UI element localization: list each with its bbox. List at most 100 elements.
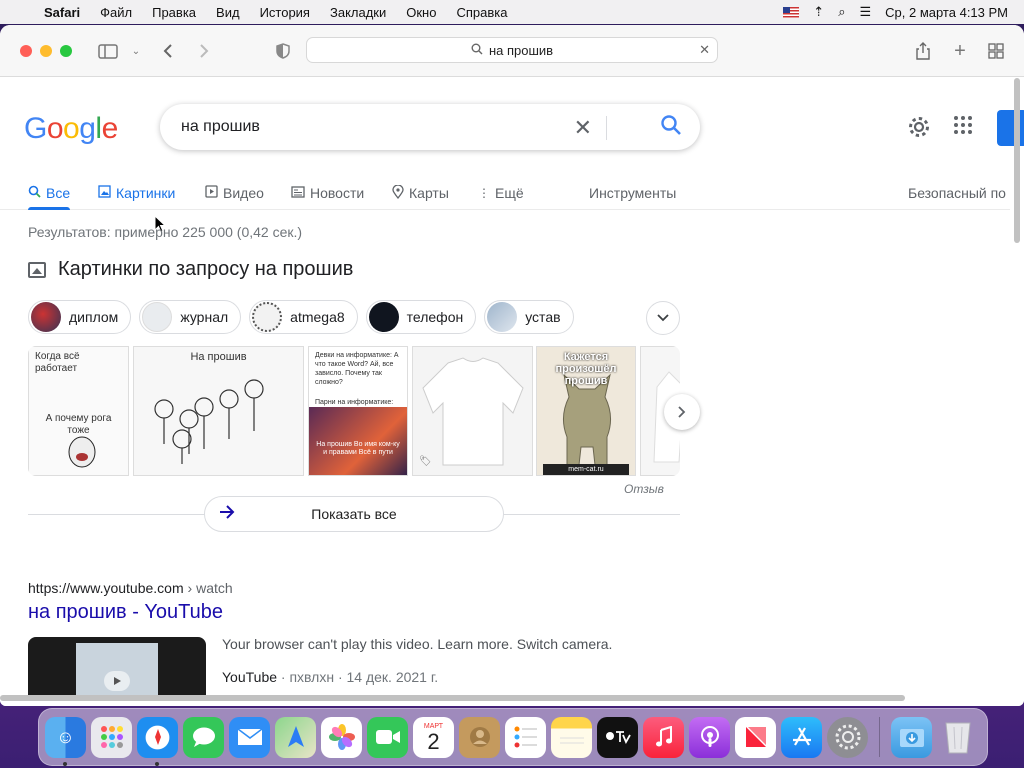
appstore-icon[interactable]: [781, 716, 822, 758]
new-tab-icon[interactable]: +: [948, 39, 972, 63]
address-bar[interactable]: на прошив ✕: [306, 37, 718, 63]
share-icon[interactable]: [911, 39, 935, 63]
spotlight-search-icon[interactable]: ⌕: [838, 4, 845, 20]
result-title-link[interactable]: на прошив - YouTube: [28, 601, 223, 624]
image-result[interactable]: На прошив: [133, 346, 304, 476]
tab-video[interactable]: Видео: [205, 180, 264, 206]
chip-label: диплом: [69, 309, 119, 325]
map-pin-icon: [392, 183, 404, 202]
scroll-thumb[interactable]: [1014, 78, 1020, 243]
menu-history[interactable]: История: [250, 5, 320, 20]
image-result[interactable]: Девки на информатике: А что такое Word? …: [308, 346, 408, 476]
mail-icon[interactable]: [229, 716, 270, 758]
image-result[interactable]: 🏷: [412, 346, 533, 476]
images-next-chevron-icon[interactable]: [664, 394, 700, 430]
calendar-icon[interactable]: МАРТ 2: [413, 716, 454, 758]
finder-icon[interactable]: ☺: [45, 716, 86, 766]
privacy-shield-icon[interactable]: [271, 39, 295, 63]
image-caption: Когда всё работает: [35, 351, 80, 374]
image-icon: [28, 261, 46, 278]
result-url[interactable]: https://www.youtube.com › watch: [28, 580, 233, 596]
control-center-icon[interactable]: ☰: [859, 4, 871, 20]
tab-all[interactable]: Все: [28, 180, 71, 210]
news-icon[interactable]: [735, 716, 776, 758]
facetime-icon[interactable]: [367, 716, 408, 758]
tab-news[interactable]: Новости: [291, 180, 364, 206]
menu-help[interactable]: Справка: [446, 5, 517, 20]
google-search-input[interactable]: на прошив ✕: [160, 104, 700, 150]
chip-atmega8[interactable]: atmega8: [249, 300, 358, 334]
menu-app-name[interactable]: Safari: [40, 5, 90, 20]
chip-diploma[interactable]: диплом: [28, 300, 132, 334]
zoom-window-button[interactable]: [60, 45, 72, 57]
menubar-clock[interactable]: Сp, 2 марта 4:13 PM: [885, 5, 1008, 20]
chip-label: журнал: [180, 309, 229, 325]
safe-search-toggle[interactable]: Безопасный по: [908, 180, 1006, 206]
settings-icon[interactable]: [827, 716, 868, 758]
sidebar-toggle-icon[interactable]: [96, 39, 120, 63]
show-all-images-button[interactable]: Показать все: [204, 496, 504, 532]
menu-view[interactable]: Вид: [206, 5, 250, 20]
search-button-icon[interactable]: [660, 114, 682, 141]
photos-icon[interactable]: [321, 716, 362, 758]
forward-arrow-icon[interactable]: [192, 39, 216, 63]
reminders-icon[interactable]: [505, 716, 546, 758]
result-path: › watch: [183, 580, 233, 596]
tab-maps[interactable]: Карты: [392, 180, 449, 206]
tab-overview-icon[interactable]: [984, 39, 1008, 63]
notes-icon[interactable]: [551, 716, 592, 758]
clear-search-icon[interactable]: ✕: [574, 115, 592, 141]
input-source-flag-icon[interactable]: [783, 6, 800, 18]
newspaper-icon: [291, 185, 305, 201]
play-icon: [205, 185, 218, 201]
chip-label: телефон: [406, 309, 464, 325]
minimize-window-button[interactable]: [40, 45, 52, 57]
result-stats: Результатов: примерно 225 000 (0,42 сек.…: [28, 224, 303, 240]
clear-address-icon[interactable]: ✕: [699, 42, 710, 58]
maps-icon[interactable]: [275, 716, 316, 758]
menu-bookmarks[interactable]: Закладки: [320, 5, 396, 20]
images-heading-text: Картинки по запросу на прошив: [58, 258, 354, 280]
result-source: YouTube: [222, 669, 278, 685]
horizontal-scrollbar[interactable]: [0, 695, 1010, 703]
network-icon[interactable]: ⇡: [813, 4, 824, 20]
menu-file[interactable]: Файл: [90, 5, 142, 20]
podcasts-icon[interactable]: [689, 716, 730, 758]
video-thumbnail[interactable]: [28, 637, 206, 697]
chevron-down-icon[interactable]: ⌄: [124, 39, 148, 63]
messages-icon[interactable]: [183, 716, 224, 758]
image-result[interactable]: Когда всё работает А почему рога тоже: [28, 346, 129, 476]
image-result[interactable]: Кажется произошёл прошив mem-cat.ru: [536, 346, 636, 476]
image-icon: [98, 185, 111, 201]
chip-phone[interactable]: телефон: [365, 300, 477, 334]
chip-journal[interactable]: журнал: [139, 300, 242, 334]
google-logo[interactable]: Google: [24, 112, 118, 146]
vertical-scrollbar[interactable]: [1013, 78, 1021, 278]
back-arrow-icon[interactable]: [156, 39, 180, 63]
close-window-button[interactable]: [20, 45, 32, 57]
downloads-icon[interactable]: [891, 716, 932, 758]
tab-images[interactable]: Картинки: [98, 180, 175, 206]
contacts-icon[interactable]: [459, 716, 500, 758]
image-caption: На прошив: [190, 351, 247, 363]
safari-icon[interactable]: [137, 716, 178, 766]
logo-letter: o: [63, 112, 80, 145]
settings-gear-icon[interactable]: [906, 114, 932, 145]
tab-tools[interactable]: Инструменты: [589, 180, 676, 206]
trash-icon[interactable]: [937, 717, 978, 758]
google-apps-grid-icon[interactable]: [954, 116, 972, 134]
search-divider: [606, 116, 607, 140]
appletv-icon[interactable]: [597, 716, 638, 758]
chips-expand-chevron-icon[interactable]: [646, 301, 680, 335]
tab-label: Инструменты: [589, 185, 677, 201]
scroll-thumb[interactable]: [0, 695, 905, 701]
chip-thumbnail: [31, 302, 61, 332]
menu-window[interactable]: Окно: [396, 5, 446, 20]
tab-more[interactable]: ⋮ Ещё: [478, 180, 524, 206]
chip-charter[interactable]: устав: [484, 300, 574, 334]
launchpad-icon[interactable]: [91, 716, 132, 758]
image-caption: На прошив Во имя ком-ку и правами Всё в …: [316, 441, 400, 456]
menu-edit[interactable]: Правка: [142, 5, 206, 20]
music-icon[interactable]: [643, 716, 684, 758]
feedback-link[interactable]: Отзыв: [624, 482, 664, 496]
